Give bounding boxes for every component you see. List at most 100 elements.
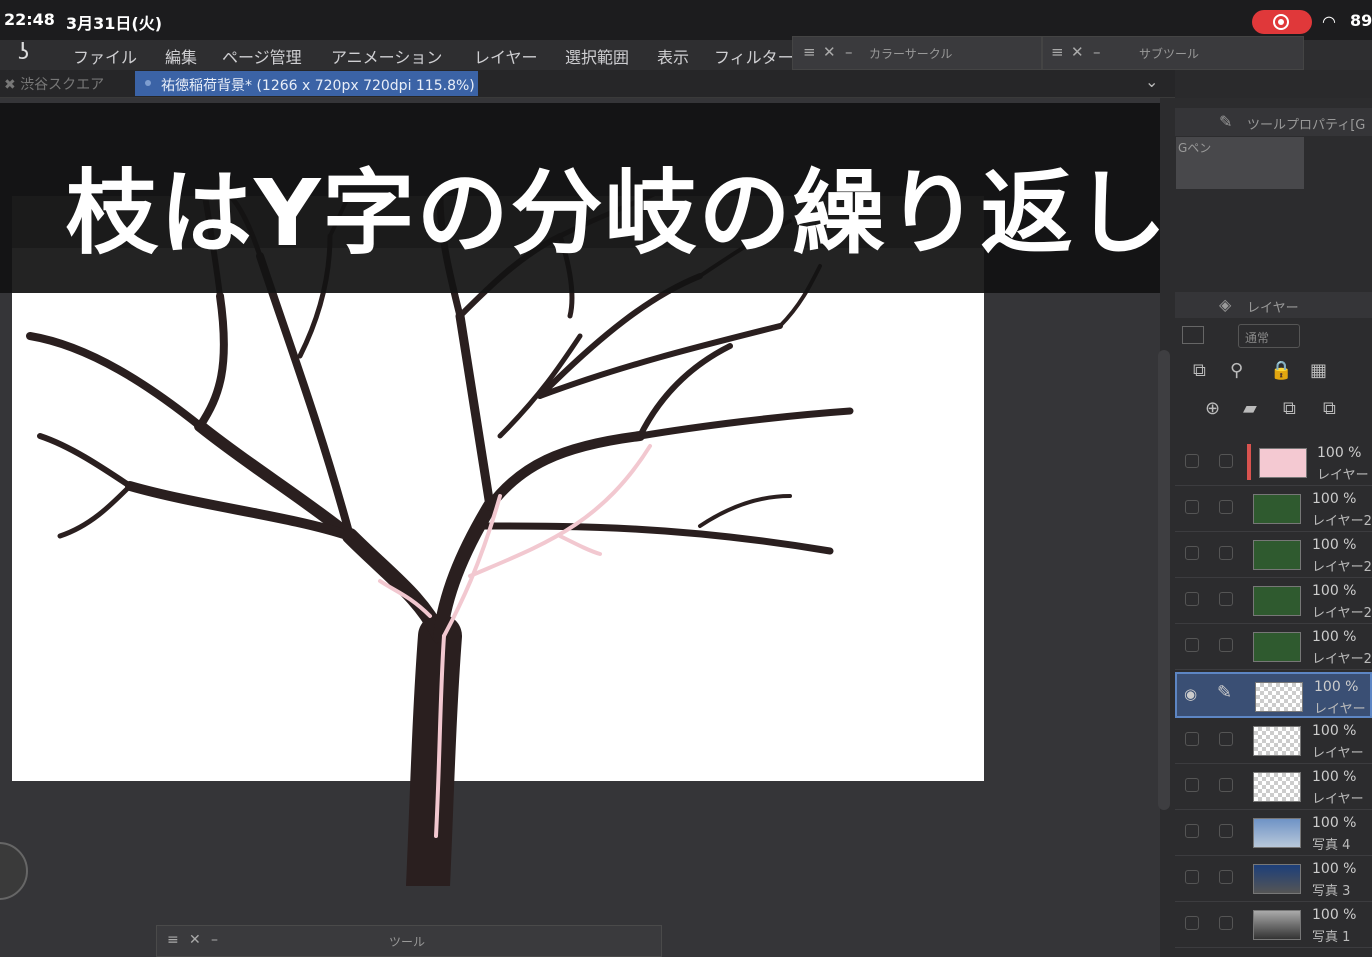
new-layer-icon[interactable]: ⊕ — [1205, 398, 1220, 419]
menu-layer[interactable]: レイヤー — [474, 44, 538, 68]
menu-edit[interactable]: 編集 — [165, 44, 197, 68]
sub-tool-palette-header[interactable]: ≡ ✕ – サブツール — [1042, 36, 1304, 70]
layer-thumbnail — [1253, 540, 1301, 570]
menu-icon[interactable]: ≡ — [803, 43, 816, 61]
eye-icon[interactable]: ◉ — [1184, 685, 1197, 703]
visibility-toggle[interactable] — [1185, 500, 1199, 514]
layer-opacity: 100 % — [1317, 445, 1362, 461]
layer-opacity: 100 % — [1312, 629, 1357, 645]
lock-toggle[interactable] — [1219, 870, 1233, 884]
visibility-toggle[interactable] — [1185, 916, 1199, 930]
layer-name: レイヤー — [1312, 792, 1364, 807]
merge-layer-icon[interactable]: ⧉ — [1323, 398, 1336, 419]
document-tab-bar: ✖ 渋谷スクエア 祐徳稲荷背景* (1266 x 720px 720dpi 11… — [0, 70, 1175, 98]
layer-panel-title: レイヤー — [1247, 301, 1299, 316]
lock-toggle[interactable] — [1219, 592, 1233, 606]
reference-layer-icon[interactable]: ⧉ — [1193, 360, 1206, 381]
lock-toggle[interactable] — [1219, 638, 1233, 652]
close-icon[interactable]: ✕ — [189, 932, 201, 948]
visibility-toggle[interactable] — [1185, 454, 1199, 468]
minimize-icon[interactable]: – — [1093, 43, 1101, 61]
lock-toggle[interactable] — [1219, 454, 1233, 468]
layer-name: レイヤー — [1312, 746, 1364, 761]
layer-row[interactable]: 100 % 写真 4 — [1175, 810, 1372, 856]
screen-recording-indicator[interactable] — [1252, 10, 1312, 34]
lock-toggle[interactable] — [1219, 500, 1233, 514]
layer-opacity: 100 % — [1312, 769, 1357, 785]
clip-studio-logo-icon[interactable]: ʖ — [18, 40, 29, 65]
layer-name: 写真 4 — [1312, 838, 1351, 853]
layer-row[interactable]: 100 % レイヤー2 — [1175, 624, 1372, 670]
layer-row[interactable]: 100 % レイヤー2 — [1175, 532, 1372, 578]
minimize-icon[interactable]: – — [845, 43, 853, 61]
layer-thumbnail — [1253, 864, 1301, 894]
layer-name: レイヤー2 — [1312, 652, 1372, 667]
menu-icon[interactable]: ≡ — [167, 932, 179, 948]
lock-toggle[interactable] — [1219, 916, 1233, 930]
lock-toggle[interactable] — [1219, 824, 1233, 838]
close-icon[interactable]: ✕ — [1071, 43, 1084, 61]
new-folder-icon[interactable]: ▰ — [1243, 398, 1257, 419]
scrollbar[interactable] — [1158, 350, 1170, 810]
tool-palette-header[interactable]: ≡ ✕ – ツール — [156, 925, 662, 957]
layer-name: レイヤー — [1314, 702, 1366, 717]
layer-color-swatch[interactable] — [1182, 326, 1204, 344]
lock-transparency-icon[interactable]: ▦ — [1310, 360, 1327, 381]
palette-title: カラーサークル — [869, 47, 953, 61]
layer-thumbnail — [1253, 632, 1301, 662]
menu-selection[interactable]: 選択範囲 — [565, 44, 629, 68]
visibility-toggle[interactable] — [1185, 732, 1199, 746]
tab-shibuya-square[interactable]: ✖ 渋谷スクエア — [4, 74, 104, 94]
layer-thumbnail — [1253, 586, 1301, 616]
layer-thumbnail — [1253, 910, 1301, 940]
brush-preview[interactable]: Gペン — [1176, 137, 1304, 189]
visibility-toggle[interactable] — [1185, 824, 1199, 838]
layer-thumbnail — [1255, 682, 1303, 712]
layer-thumbnail — [1253, 818, 1301, 848]
layer-thumbnail — [1259, 448, 1307, 478]
copy-layer-icon[interactable]: ⧉ — [1283, 398, 1296, 419]
color-circle-palette-header[interactable]: ≡ ✕ – カラーサークル — [792, 36, 1042, 70]
layer-panel-header[interactable]: ◈ レイヤー — [1175, 292, 1372, 318]
tool-property-header[interactable]: ✎ ツールプロパティ[G — [1175, 108, 1372, 136]
layer-row-selected[interactable]: ◉ ✎ 100 % レイヤー — [1175, 672, 1372, 718]
wifi-icon: ◠ — [1322, 12, 1336, 31]
layer-row[interactable]: 100 % レイヤー — [1175, 764, 1372, 810]
lock-toggle[interactable] — [1219, 778, 1233, 792]
menu-animation[interactable]: アニメーション — [331, 44, 442, 68]
blend-mode-select[interactable]: 通常 — [1238, 324, 1300, 348]
close-icon[interactable]: ✕ — [823, 43, 836, 61]
lock-icon[interactable]: 🔒 — [1270, 360, 1292, 381]
palette-title: ツール — [389, 935, 426, 949]
status-date: 3月31日(火) — [66, 14, 163, 33]
layer-opacity: 100 % — [1312, 537, 1357, 553]
visibility-toggle[interactable] — [1185, 546, 1199, 560]
layer-opacity: 100 % — [1312, 723, 1357, 739]
layer-row[interactable]: 100 % レイヤー — [1175, 718, 1372, 764]
layer-name: 写真 3 — [1312, 884, 1351, 899]
layer-row[interactable]: 100 % 写真 3 — [1175, 856, 1372, 902]
menu-icon[interactable]: ≡ — [1051, 43, 1064, 61]
menu-file[interactable]: ファイル — [73, 44, 137, 68]
visibility-toggle[interactable] — [1185, 638, 1199, 652]
layer-row[interactable]: 100 % レイヤー2 — [1175, 486, 1372, 532]
layer-row[interactable]: 100 % レイヤー — [1175, 440, 1372, 486]
chevron-down-icon[interactable]: ⌄ — [1145, 72, 1158, 91]
menu-filter[interactable]: フィルター — [714, 44, 794, 68]
layer-opacity: 100 % — [1314, 679, 1359, 695]
lock-toggle[interactable] — [1219, 546, 1233, 560]
visibility-toggle[interactable] — [1185, 778, 1199, 792]
layer-row[interactable]: 100 % レイヤー2 — [1175, 578, 1372, 624]
menu-view[interactable]: 表示 — [657, 44, 689, 68]
layer-row[interactable]: 100 % 写真 1 — [1175, 902, 1372, 948]
menu-page[interactable]: ページ管理 — [222, 44, 302, 68]
minimize-icon[interactable]: – — [211, 932, 218, 948]
visibility-toggle[interactable] — [1185, 870, 1199, 884]
lock-toggle[interactable] — [1219, 732, 1233, 746]
layer-thumbnail — [1253, 772, 1301, 802]
tab-active-document[interactable]: 祐徳稲荷背景* (1266 x 720px 720dpi 115.8%) — [135, 71, 478, 96]
draft-layer-icon[interactable]: ⚲ — [1230, 360, 1243, 381]
status-time: 22:48 — [4, 10, 55, 29]
layer-thumbnail — [1253, 726, 1301, 756]
visibility-toggle[interactable] — [1185, 592, 1199, 606]
